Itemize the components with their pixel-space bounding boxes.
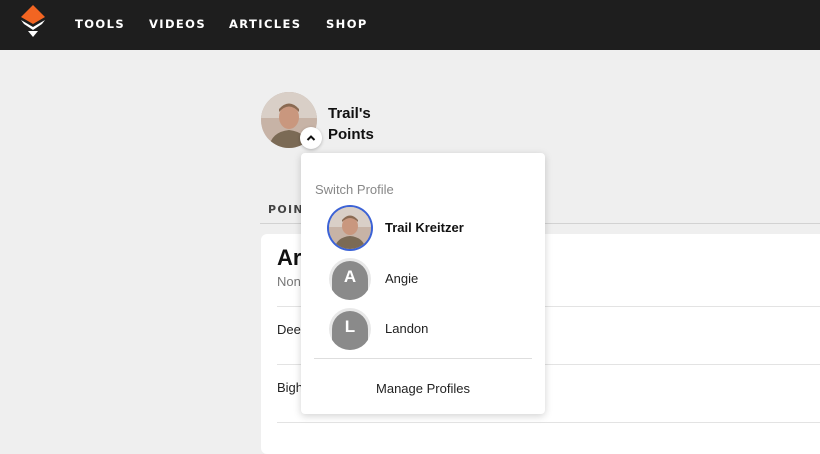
avatar-initial: L [344,317,356,336]
chevron-up-icon [306,135,316,141]
avatar-initial: A [343,267,357,286]
profile-option-landon[interactable]: L Landon [329,306,529,350]
nav-tools-link[interactable]: TOOLS [75,17,125,31]
divider [277,422,820,423]
profile-option-angie[interactable]: A Angie [329,256,529,300]
orange-diamond-logo-icon[interactable] [18,5,48,39]
profile-name: Trail Kreitzer [385,220,464,235]
card-title: Ar [277,245,302,270]
profile-option-trail-kreitzer[interactable]: Trail Kreitzer [329,205,529,249]
dropdown-heading: Switch Profile [315,182,394,197]
user-photo-icon [329,207,371,249]
profile-name: Angie [385,271,419,286]
page-title: Trail's Points [328,105,374,143]
profile-name: Landon [385,321,429,336]
avatar: L [329,308,371,350]
profile-switch-toggle[interactable] [300,127,322,149]
top-navigation-bar: TOOLS VIDEOS ARTICLES SHOP [0,0,820,50]
avatar: A [329,258,371,300]
divider [314,358,532,359]
nav-articles-link[interactable]: ARTICLES [229,17,301,31]
list-item[interactable]: Bigh [277,380,303,395]
avatar [329,207,371,249]
nav-videos-link[interactable]: VIDEOS [149,17,206,31]
nav-shop-link[interactable]: SHOP [326,17,368,31]
manage-profiles-button[interactable]: Manage Profiles [301,381,545,396]
switch-profile-dropdown: Switch Profile Trail Kreitzer A Angie L … [301,153,545,414]
card-subtitle: Non [277,274,301,289]
